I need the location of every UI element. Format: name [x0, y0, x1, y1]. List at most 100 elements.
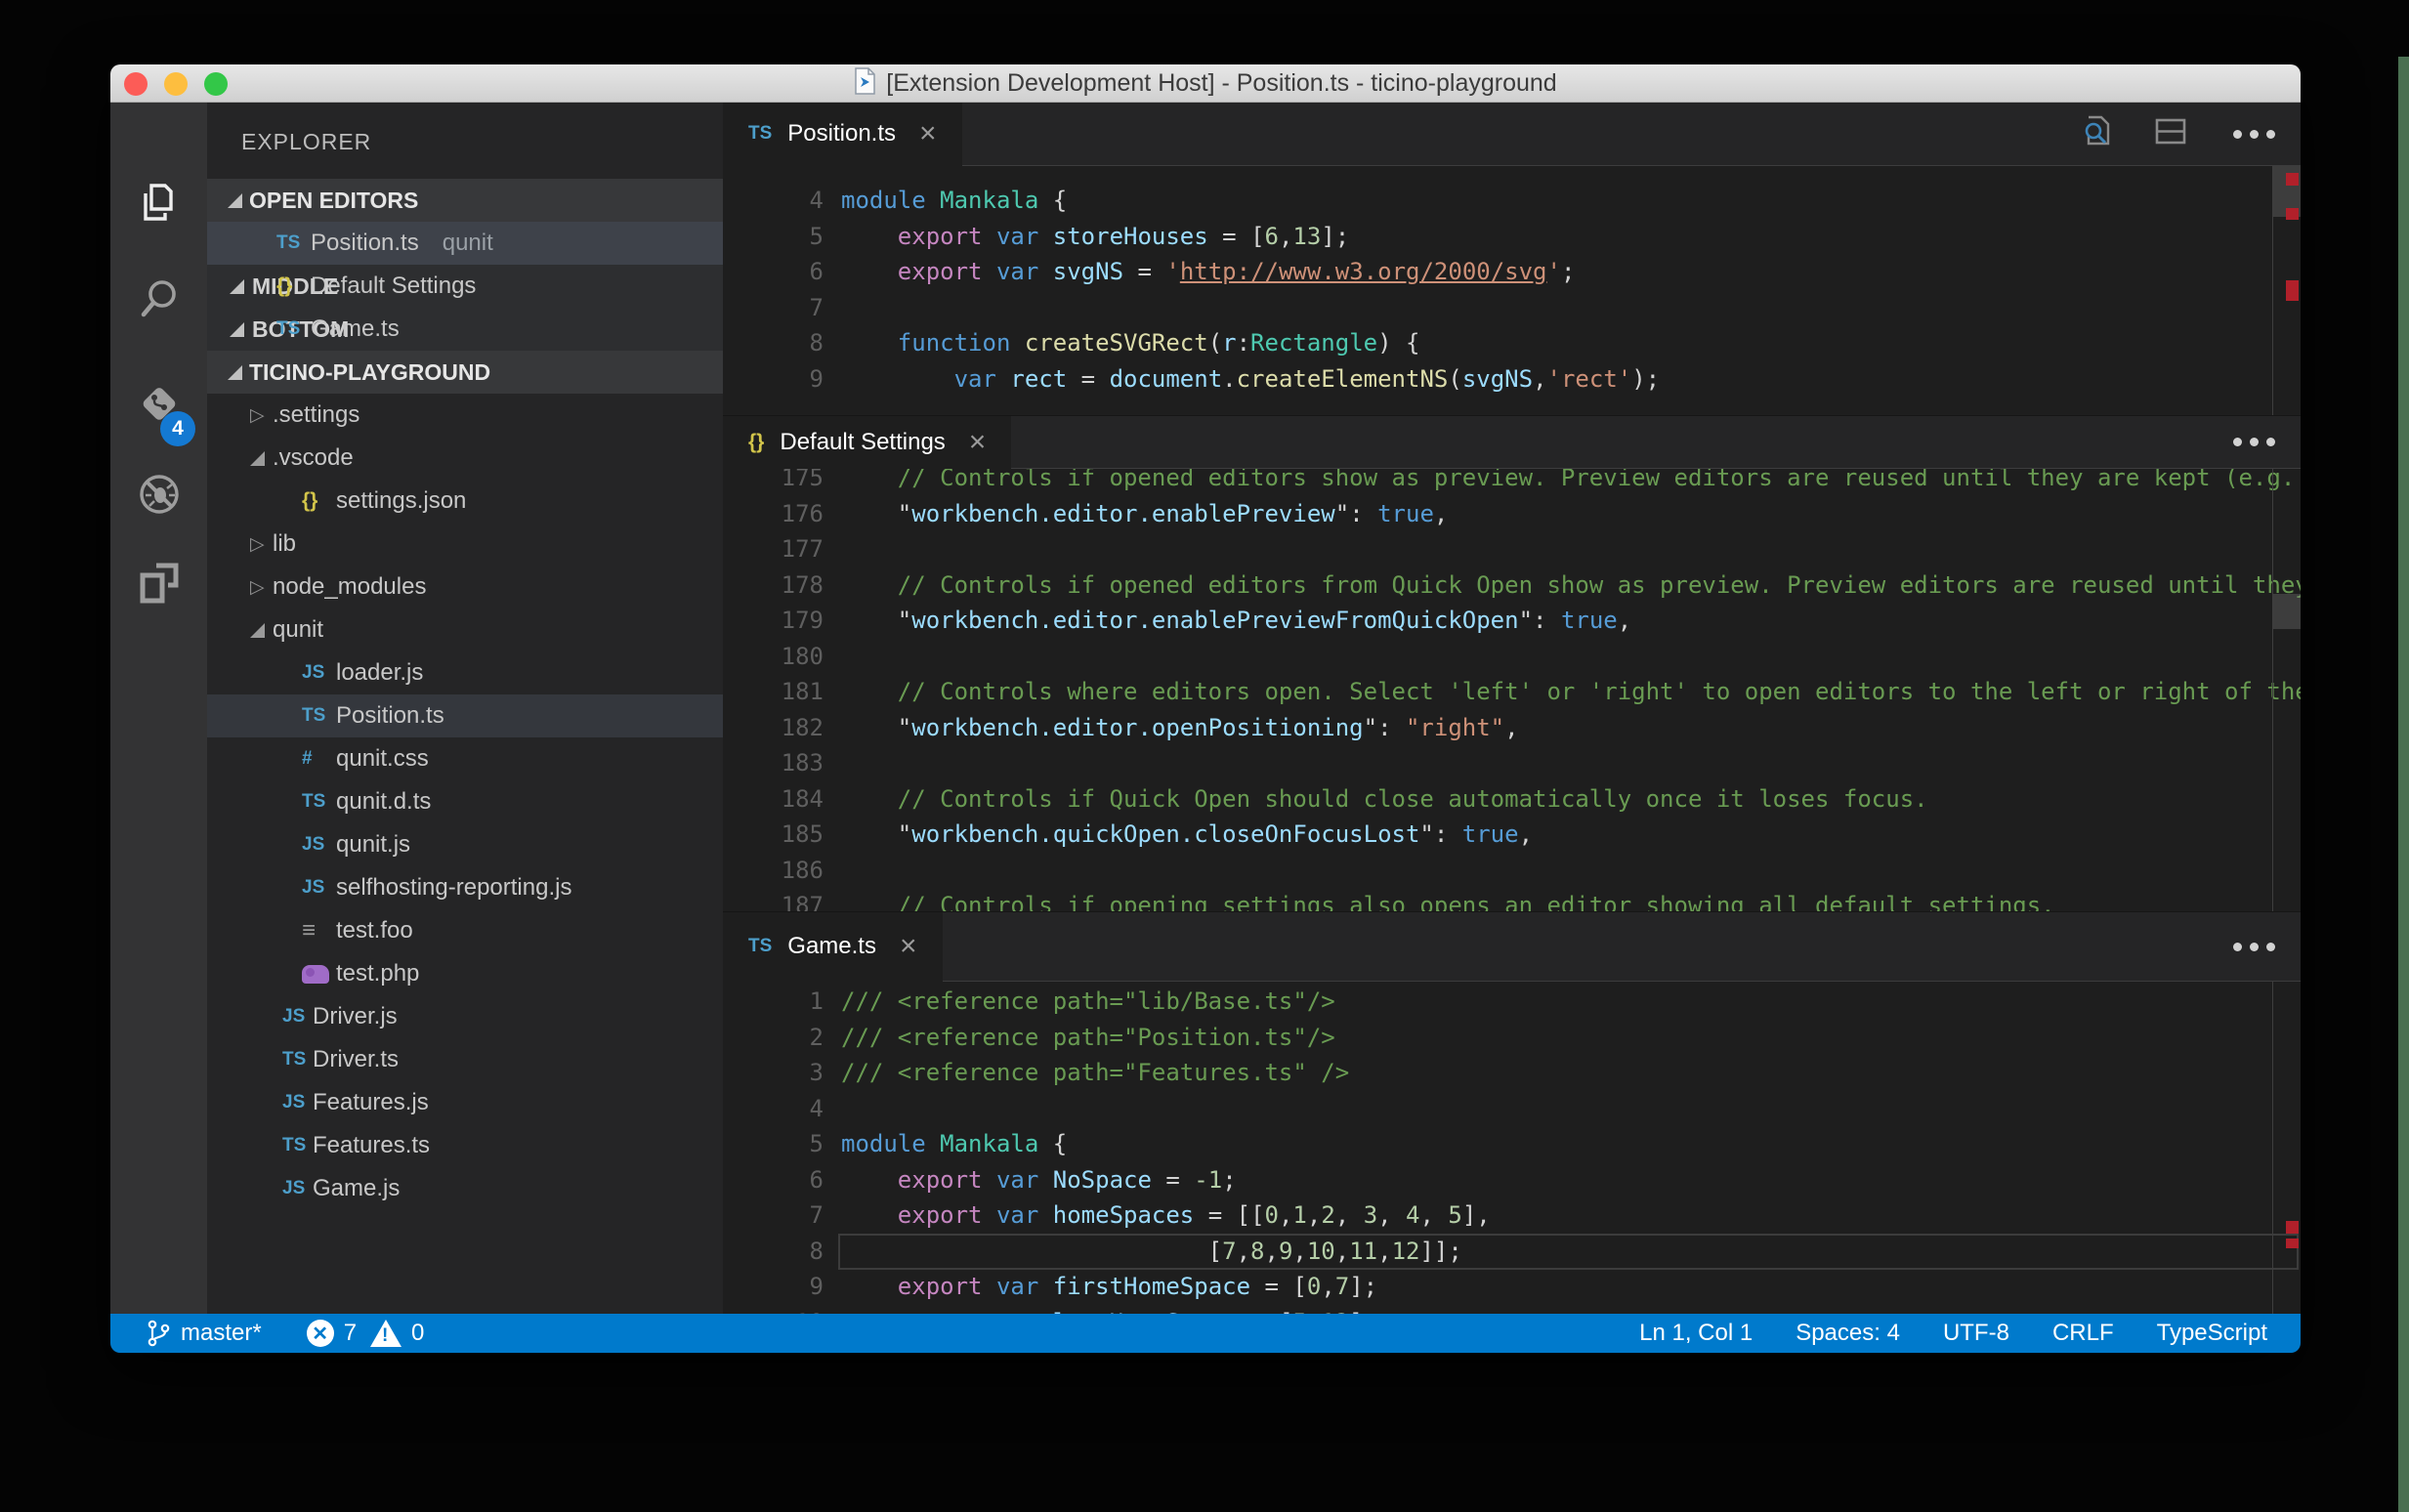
php-file-icon — [302, 965, 329, 984]
line-number: 176 — [723, 496, 824, 532]
title-bar[interactable]: [Extension Development Host] - Position.… — [110, 64, 2301, 103]
status-encoding[interactable]: UTF-8 — [1943, 1320, 2009, 1347]
chevron-expanded-icon — [228, 193, 242, 208]
code-line: 180 — [723, 639, 2273, 675]
item-label: test.foo — [336, 917, 413, 945]
tree-item-features-js[interactable]: JSFeatures.js — [207, 1081, 723, 1124]
tree-item-driver-js[interactable]: JSDriver.js — [207, 995, 723, 1038]
code-line: 186 — [723, 853, 2273, 889]
open-editor-default-settings[interactable]: {}Default Settings — [207, 265, 723, 308]
status-indentation[interactable]: Spaces: 4 — [1796, 1320, 1900, 1347]
tree-item-game-js[interactable]: JSGame.js — [207, 1167, 723, 1210]
item-label: .vscode — [273, 444, 354, 472]
error-marker — [2286, 208, 2299, 220]
close-icon[interactable]: × — [900, 932, 917, 961]
ts-file-icon: TS — [282, 1135, 306, 1156]
close-icon[interactable]: × — [969, 428, 987, 457]
tree-item-loader-js[interactable]: JSloader.js — [207, 651, 723, 694]
line-number: 8 — [723, 1234, 824, 1270]
code-line: 5 export var storeHouses = [6,13]; — [723, 219, 2273, 255]
tree-item-selfhosting-reporting-js[interactable]: JS selfhosting-reporting.js — [207, 866, 723, 909]
folder-settings[interactable]: ▷.settings — [207, 394, 723, 437]
code-line: 3/// <reference path="Features.ts" /> — [723, 1055, 2273, 1091]
tree-item-settings-json[interactable]: {}settings.json — [207, 480, 723, 523]
status-language-mode[interactable]: TypeScript — [2157, 1320, 2267, 1347]
tree-item-qunit-css[interactable]: #qunit.css — [207, 737, 723, 780]
js-file-icon: JS — [282, 1092, 305, 1113]
folder-node-modules[interactable]: ▷node_modules — [207, 566, 723, 609]
tree-item-qunit-js[interactable]: JSqunit.js — [207, 823, 723, 866]
tab-position-ts[interactable]: TSPosition.ts× — [723, 103, 962, 165]
overview-ruler — [2272, 469, 2273, 911]
open-editor-position-ts[interactable]: TSPosition.tsqunit — [207, 222, 723, 265]
item-label: Features.ts — [313, 1132, 430, 1159]
chevron-expanded-icon — [228, 365, 242, 380]
search-file-icon[interactable] — [2081, 114, 2116, 154]
tab-label: Position.ts — [787, 120, 896, 147]
ts-file-icon: TS — [276, 232, 300, 254]
code-line: 175 // Controls if opened editors show a… — [723, 469, 2273, 496]
open-editor-game-ts[interactable]: TSGame.ts — [207, 308, 723, 351]
more-actions-icon[interactable] — [2225, 130, 2275, 139]
section-open-editors[interactable]: OPEN EDITORS — [207, 179, 723, 222]
error-marker — [2286, 1239, 2299, 1248]
ts-file-icon: TS — [282, 1049, 306, 1071]
git-branch-indicator[interactable]: master* — [146, 1319, 262, 1348]
ts-file-icon: TS — [302, 791, 325, 813]
line-number: 7 — [723, 1197, 824, 1234]
code-line: 178 // Controls if opened editors from Q… — [723, 567, 2273, 604]
status-cursor-position[interactable]: Ln 1, Col 1 — [1639, 1320, 1753, 1347]
editor-content-default-settings[interactable]: 175 // Controls if opened editors show a… — [723, 469, 2301, 911]
tree-item-qunit-d-ts[interactable]: TS qunit.d.ts — [207, 780, 723, 823]
split-editor-icon[interactable] — [2153, 114, 2188, 154]
code-line: 4module Mankala { — [723, 183, 2273, 219]
editor-content-position-ts[interactable]: 4module Mankala {5 export var storeHouse… — [723, 166, 2301, 415]
more-actions-icon[interactable] — [2225, 943, 2275, 951]
error-count[interactable]: ✕ 7 — [307, 1320, 357, 1347]
warning-count[interactable]: ! 0 — [370, 1320, 424, 1347]
item-label: Game.js — [313, 1175, 400, 1202]
tab-default-settings[interactable]: {}Default Settings× — [723, 416, 1011, 468]
more-actions-icon[interactable] — [2225, 438, 2275, 446]
section-ticino-playground[interactable]: TICINO-PLAYGROUND — [207, 351, 723, 394]
tab-game-ts[interactable]: TSGame.ts× — [723, 912, 943, 981]
line-number: 1 — [723, 984, 824, 1020]
tree-item-position-ts[interactable]: TSPosition.ts — [207, 694, 723, 737]
editor-content-game-ts[interactable]: 1/// <reference path="lib/Base.ts"/>2///… — [723, 982, 2301, 1314]
item-label: Driver.ts — [313, 1046, 399, 1073]
branch-name: master* — [181, 1320, 262, 1347]
ts-file-icon: TS — [276, 318, 300, 340]
close-button[interactable] — [124, 72, 148, 96]
tree-item-test-foo[interactable]: ≡test.foo — [207, 909, 723, 952]
item-label: selfhosting-reporting.js — [336, 874, 571, 902]
status-eol[interactable]: CRLF — [2052, 1320, 2114, 1347]
item-label: TICINO-PLAYGROUND — [249, 359, 490, 386]
close-icon[interactable]: × — [919, 119, 937, 148]
js-file-icon: JS — [302, 834, 324, 856]
activity-bar-search-icon[interactable] — [110, 259, 207, 339]
folder-lib[interactable]: ▷lib — [207, 523, 723, 566]
line-number: 175 — [723, 469, 824, 496]
folder-qunit[interactable]: qunit — [207, 609, 723, 651]
tree-item-test-php[interactable]: test.php — [207, 952, 723, 995]
line-number: 9 — [723, 1269, 824, 1305]
minimize-button[interactable] — [164, 72, 188, 96]
tree-item-driver-ts[interactable]: TS Driver.ts — [207, 1038, 723, 1081]
item-label: qunit.d.ts — [336, 788, 431, 816]
line-number: 5 — [723, 219, 824, 255]
zoom-button[interactable] — [204, 72, 228, 96]
activity-bar-extensions-icon[interactable] — [110, 544, 207, 624]
activity-bar-source-control-icon[interactable]: 4 — [110, 362, 207, 442]
tree-item-features-ts[interactable]: TS Features.ts — [207, 1124, 723, 1167]
ts-file-icon: TS — [302, 705, 325, 727]
activity-bar-explorer-icon[interactable] — [110, 163, 207, 243]
code-line: 182 "workbench.editor.openPositioning": … — [723, 710, 2273, 746]
js-file-icon: JS — [302, 877, 324, 899]
debug-icon — [134, 469, 185, 520]
item-label: Driver.js — [313, 1003, 398, 1030]
activity-bar-debug-icon[interactable] — [110, 454, 207, 534]
scrollbar-slider[interactable] — [2273, 594, 2301, 629]
line-number: 3 — [723, 1055, 824, 1091]
folder-vscode[interactable]: .vscode — [207, 437, 723, 480]
chevron-right-icon: ▷ — [250, 533, 265, 556]
